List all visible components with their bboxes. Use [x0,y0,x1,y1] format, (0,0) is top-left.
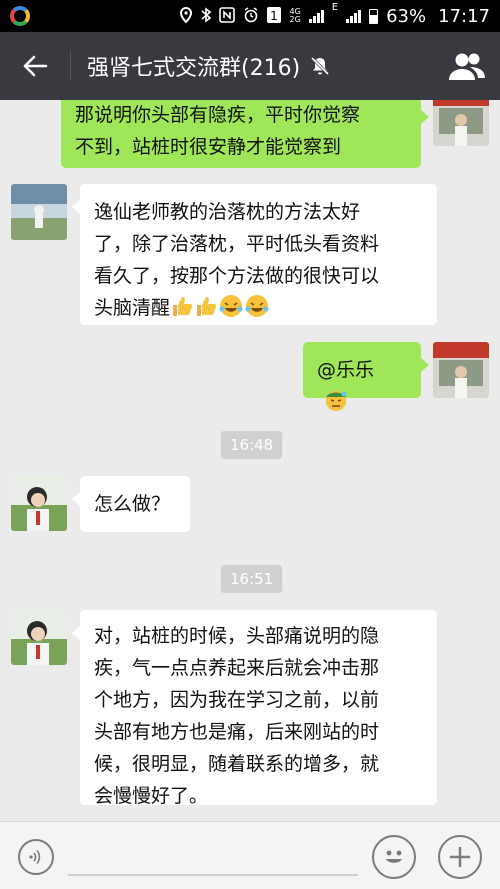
bluetooth-icon [201,6,212,26]
sim1-icon: 1 [267,6,282,26]
nfc-icon [219,6,236,26]
status-bar: 1 4G 2G E 63% 17:17 [0,0,500,32]
message-line: 候，很明显，随着联系的增多，就 [94,753,380,775]
message-input[interactable] [68,838,358,876]
message-line: 那说明你头部有隐疾，平时你觉察 [75,104,361,126]
battery-percent: 63% [386,5,427,27]
message-line: 不到，站桩时很安静才能觉察到 [75,136,342,158]
alarm-icon [243,6,259,26]
mute-bell-icon [311,56,330,76]
network-type: 4G 2G [289,8,300,24]
incoming-message[interactable]: 怎么做？ [72,476,190,532]
chat-header: 强肾七式交流群(216) [0,32,500,100]
group-info-button[interactable] [434,32,500,100]
timestamp: 16:48 [221,431,283,459]
laughing-tears-icon [219,295,243,317]
incoming-message[interactable]: 逸仙老师教的治落枕的方法太好 了，除了治落枕，平时低头看资料 看久了，按那个方法… [72,184,437,325]
message-text: 头脑清醒 [94,297,171,319]
mention-text: @乐乐 [317,359,375,381]
message-line: 头部有地方也是痛，后来刚站的时 [94,721,380,743]
message-line: 对，站桩的时候，头部痛说明的隐 [94,625,380,647]
sender-avatar[interactable] [11,475,67,531]
smiley-icon [386,850,402,863]
svg-text:1: 1 [271,9,279,23]
voice-icon [29,849,41,865]
input-bar [0,821,500,889]
message-list[interactable]: 那说明你头部有隐疾，平时你觉察 不到，站桩时很安静才能觉察到 逸仙老师教的治落枕… [0,100,500,821]
back-button[interactable] [0,32,70,100]
chat-title: 强肾七式交流群(216) [87,56,301,81]
incoming-message[interactable]: 对，站桩的时候，头部痛说明的隐 疾，气一点点养起来后就会冲击那 个地方，因为我在… [72,610,437,807]
app-notification-icon [10,6,30,26]
status-right: 1 4G 2G E 63% 17:17 [179,2,490,27]
message-line: 头脑清醒 [94,292,423,324]
message-line: 怎么做？ [94,493,171,515]
signal-icon [308,9,324,23]
message-line: 看久了，按那个方法做的很快可以 [94,265,380,287]
my-avatar[interactable] [433,342,489,398]
plus-icon [450,847,470,867]
thumbs-up-icon [197,297,217,316]
message-line: 个地方，因为我在学习之前，以前 [94,689,380,711]
message-line: 了，除了治落枕，平时低头看资料 [94,233,380,255]
thumbs-up-icon [173,297,193,316]
message-line: 逸仙老师教的治落枕的方法太好 [94,201,361,223]
message-line: 疾，气一点点养起来后就会冲击那 [94,657,380,679]
signal-2-icon [346,9,362,23]
network-bottom: 2G [289,15,301,24]
arrow-left-icon [23,55,48,77]
battery-icon [369,8,379,24]
more-options-button[interactable] [438,835,482,879]
data-indicator: E [331,1,339,13]
laughing-tears-icon [245,295,269,317]
my-avatar[interactable] [433,100,489,146]
outgoing-message[interactable]: 那说明你头部有隐疾，平时你觉察 不到，站桩时很安静才能觉察到 [61,100,429,168]
sender-avatar[interactable] [11,609,67,665]
message-line: 会慢慢好了。 [94,785,209,807]
outgoing-message[interactable]: @乐乐 [303,342,429,411]
voice-input-button[interactable] [18,839,54,875]
status-time: 17:17 [438,5,490,27]
header-divider [70,51,71,81]
sweat-face-icon [326,391,347,411]
emoji-button[interactable] [372,835,416,879]
sender-avatar[interactable] [11,184,67,240]
timestamp: 16:51 [221,565,283,593]
location-icon [179,6,193,26]
group-members-icon [449,53,485,80]
